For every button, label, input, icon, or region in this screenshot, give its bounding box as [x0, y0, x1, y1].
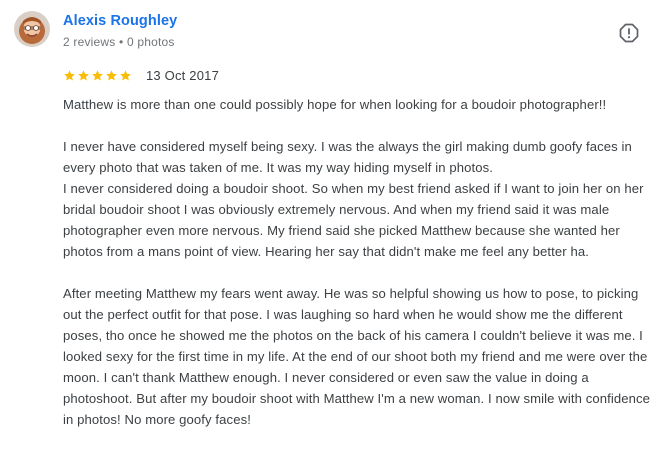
- avatar[interactable]: [14, 11, 50, 47]
- review-paragraph: After meeting Matthew my fears went away…: [63, 286, 651, 427]
- review-paragraph: I never considered doing a boudoir shoot…: [63, 181, 644, 259]
- star-icon: [64, 69, 75, 80]
- avatar-image: [14, 11, 50, 47]
- rating-row: 13 Oct 2017: [63, 66, 219, 84]
- star-icon: [78, 69, 89, 80]
- review-text: Matthew is more than one could possibly …: [63, 94, 659, 430]
- star-rating: [63, 69, 132, 82]
- reviewer-meta: 2 reviews • 0 photos: [63, 35, 175, 49]
- reviewer-name[interactable]: Alexis Roughley: [63, 13, 177, 29]
- report-flag-icon[interactable]: [619, 23, 639, 43]
- star-icon: [120, 69, 131, 80]
- review-paragraph: I never have considered myself being sex…: [63, 139, 632, 175]
- star-icon: [106, 69, 117, 80]
- review-card: Alexis Roughley 2 reviews • 0 photos 13 …: [0, 0, 668, 462]
- review-date: 13 Oct 2017: [146, 67, 220, 83]
- star-icon: [92, 69, 103, 80]
- review-paragraph: Matthew is more than one could possibly …: [63, 97, 607, 112]
